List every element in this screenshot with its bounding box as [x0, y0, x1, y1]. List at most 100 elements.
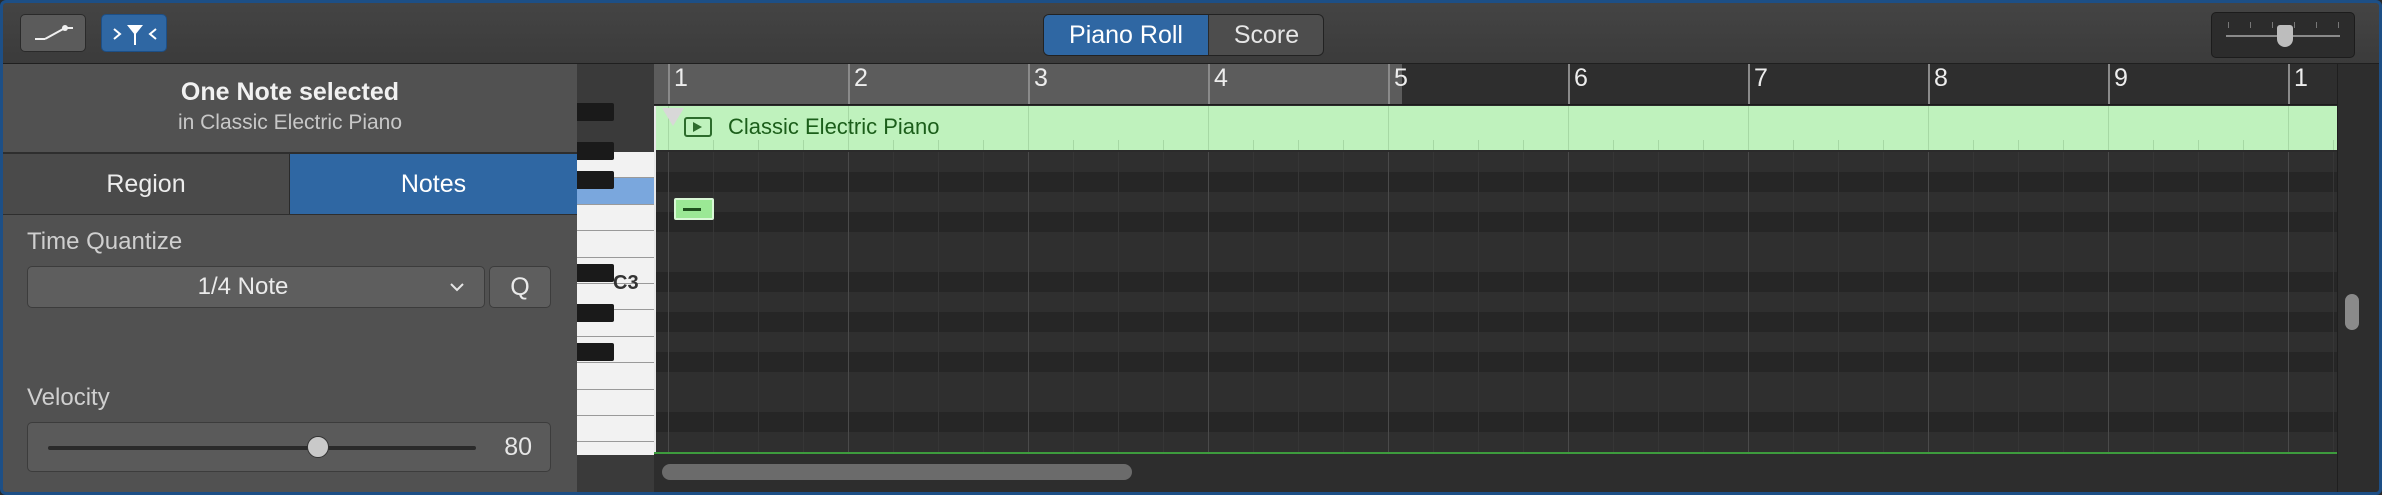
bar-tick	[1568, 64, 1570, 104]
grid-beat-line	[2018, 152, 2019, 452]
piano-roll-editor[interactable]: 1 2 3 4 5 6 7 8 9 1 Classic Electric Piano	[654, 64, 2337, 492]
bar-number: 8	[1934, 64, 1948, 92]
vertical-scroll-thumb[interactable]	[2345, 294, 2359, 330]
tab-score[interactable]: Score	[1208, 15, 1323, 55]
midi-note-selected[interactable]	[674, 198, 714, 220]
key-lane	[654, 252, 2337, 272]
grid-beat-line	[1973, 152, 1974, 452]
zoom-slider[interactable]	[2211, 12, 2355, 58]
automation-curve-icon	[35, 25, 73, 40]
piano-key-black[interactable]	[577, 142, 614, 160]
piano-keyboard: C3	[577, 64, 654, 492]
piano-key-black[interactable]	[577, 264, 614, 282]
key-lane	[654, 192, 2337, 212]
grid-bar-line	[1928, 152, 1929, 452]
automation-button[interactable]	[20, 14, 86, 52]
c3-key-label: C3	[613, 272, 639, 294]
piano-key-black[interactable]	[577, 171, 614, 189]
velocity-slider-thumb[interactable]	[306, 436, 329, 458]
zoom-tick	[2272, 22, 2273, 28]
grid-beat-line	[893, 152, 894, 452]
grid-beat-line	[938, 152, 939, 452]
grid-beat-line	[1523, 152, 1524, 452]
region-beat-tick	[893, 140, 894, 150]
grid-bar-line	[2288, 152, 2289, 452]
piano-key-black[interactable]	[577, 304, 614, 322]
region-bar-line	[1748, 106, 1749, 150]
time-quantize-select[interactable]: 1/4 Note	[27, 266, 485, 308]
key-lane	[654, 152, 2337, 172]
region-beat-tick	[713, 140, 714, 150]
time-quantize-label: Time Quantize	[27, 228, 183, 255]
bar-number: 7	[1754, 64, 1768, 92]
catch-playhead-button[interactable]	[101, 14, 167, 52]
piano-key-black[interactable]	[577, 103, 614, 121]
key-lane	[654, 392, 2337, 412]
playhead-marker[interactable]	[662, 108, 684, 126]
horizontal-scroll-thumb[interactable]	[662, 464, 1132, 480]
vertical-scrollbar[interactable]	[2337, 64, 2380, 492]
note-inspector: One Note selected in Classic Electric Pi…	[3, 64, 578, 492]
toolbar: Piano Roll Score	[3, 3, 2379, 64]
region-beat-tick	[1523, 140, 1524, 150]
velocity-control: 80	[27, 422, 551, 472]
velocity-value[interactable]: 80	[504, 423, 532, 471]
region-beat-tick	[2333, 140, 2334, 150]
key-lane	[654, 292, 2337, 312]
tab-notes[interactable]: Notes	[290, 154, 577, 214]
grid-beat-line	[1073, 152, 1074, 452]
bar-tick	[668, 64, 670, 104]
velocity-slider-track[interactable]	[48, 446, 476, 450]
region-beat-tick	[1433, 140, 1434, 150]
region-beat-tick	[938, 140, 939, 150]
grid-beat-line	[1703, 152, 1704, 452]
bar-tick	[1928, 64, 1930, 104]
region-beat-tick	[2198, 140, 2199, 150]
region-bar-line	[2288, 106, 2289, 150]
bar-number: 5	[1394, 64, 1408, 92]
grid-bar-line	[2108, 152, 2109, 452]
grid-beat-line	[1838, 152, 1839, 452]
zoom-tick	[2338, 22, 2339, 28]
piano-key-white[interactable]	[577, 416, 654, 443]
grid-beat-line	[1613, 152, 1614, 452]
zoom-thumb[interactable]	[2277, 25, 2294, 47]
bar-tick	[1388, 64, 1390, 104]
piano-key-white[interactable]	[577, 231, 654, 258]
note-grid[interactable]	[654, 152, 2337, 452]
piano-key-white[interactable]	[577, 204, 654, 232]
grid-beat-line	[1343, 152, 1344, 452]
region-beat-tick	[803, 140, 804, 150]
region-beat-tick	[1883, 140, 1884, 150]
zoom-tick	[2228, 22, 2229, 28]
piano-key-white[interactable]	[577, 389, 654, 416]
piano-key-black[interactable]	[577, 343, 614, 361]
region-beat-tick	[1118, 140, 1119, 150]
grid-beat-line	[2153, 152, 2154, 452]
grid-bar-line	[1568, 152, 1569, 452]
bar-number: 1	[2294, 64, 2308, 92]
grid-beat-line	[1163, 152, 1164, 452]
region-beat-tick	[1793, 140, 1794, 150]
grid-bar-line	[848, 152, 849, 452]
time-quantize-value: 1/4 Note	[197, 273, 289, 300]
selection-title: One Note selected	[180, 78, 400, 106]
region-beat-tick	[1658, 140, 1659, 150]
region-beat-tick	[1073, 140, 1074, 150]
region-bar-line	[1568, 106, 1569, 150]
key-lane	[654, 232, 2337, 252]
grid-beat-line	[983, 152, 984, 452]
region-bar-line	[2108, 106, 2109, 150]
grid-beat-line	[1118, 152, 1119, 452]
grid-beat-line	[2063, 152, 2064, 452]
bar-ruler[interactable]: 1 2 3 4 5 6 7 8 9 1	[654, 64, 2337, 105]
tab-piano-roll[interactable]: Piano Roll	[1044, 15, 1208, 55]
tab-region[interactable]: Region	[3, 154, 290, 214]
region-bar-line	[1928, 106, 1929, 150]
quantize-button[interactable]: Q	[489, 266, 551, 308]
region-beat-tick	[2018, 140, 2019, 150]
region-beat-tick	[1973, 140, 1974, 150]
bar-tick	[2288, 64, 2290, 104]
piano-key-white[interactable]	[577, 363, 654, 390]
bar-number: 3	[1034, 64, 1048, 92]
